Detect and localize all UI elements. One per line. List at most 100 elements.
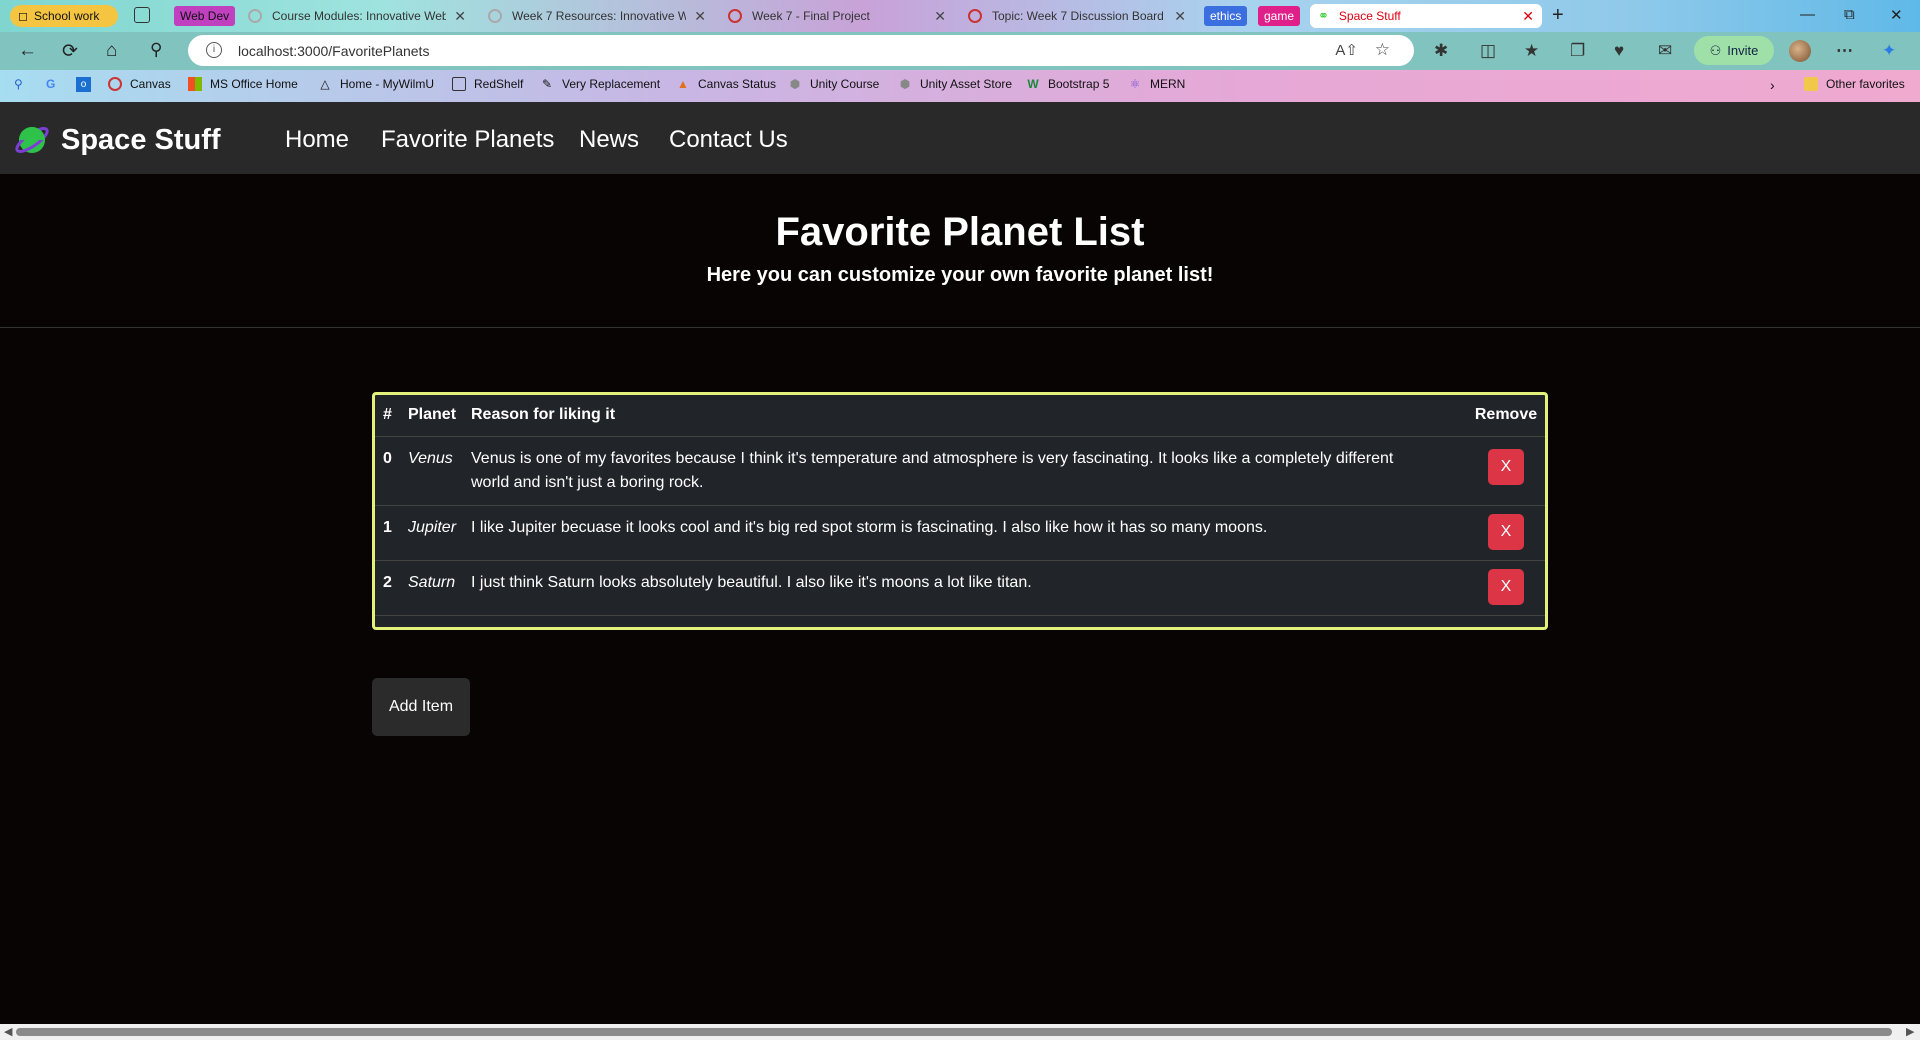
column-header-reason: Reason for liking it [463,395,1465,437]
favorite-label: Unity Course [810,77,880,91]
remove-button[interactable]: X [1488,568,1524,605]
nav-link-contact-us[interactable]: Contact Us [669,126,788,154]
invite-label: Invite [1727,43,1759,58]
column-header-planet: Planet [400,395,463,437]
tab-group-label: ethics [1210,9,1242,23]
refresh-icon[interactable]: ⟳ [62,40,78,63]
table-row: 0 Venus Venus is one of my favorites bec… [375,436,1545,506]
url-text: localhost:3000/FavoritePlanets [238,42,430,59]
tower-icon: △ [320,77,330,91]
tab-actions-icon[interactable] [134,7,150,23]
back-icon[interactable]: ← [18,40,37,62]
planet-icon: ⚭ [1318,8,1329,23]
favorite-label: MS Office Home [210,77,298,91]
unity-icon: ⬢ [899,77,911,91]
search-icon[interactable]: ⚲ [150,40,162,60]
site-navbar: Space Stuff Home Favorite Planets News C… [0,102,1920,174]
favorite-unity-course[interactable]: ⬢ Unity Course [788,77,880,91]
collections-icon[interactable]: ❐ [1570,41,1585,61]
canvas-icon [968,9,982,23]
tab-group-label: game [1264,9,1295,23]
close-tab-icon[interactable]: ✕ [694,8,706,25]
copilot-icon[interactable]: ✦ [1882,41,1896,61]
favorite-ms-office-home[interactable]: MS Office Home [188,77,298,91]
new-tab-icon[interactable]: + [1552,4,1564,27]
nav-link-favorite-planets[interactable]: Favorite Planets [381,126,554,154]
close-tab-icon[interactable]: ✕ [934,8,946,25]
tab-group-school-work[interactable]: ◻ School work [10,5,118,27]
search-favorites-icon[interactable]: ⚲ [14,77,23,91]
favorites-icon[interactable]: ★ [1524,41,1539,61]
pen-icon: ✎ [541,77,553,91]
tab-group-web-dev[interactable]: Web Dev [174,6,236,26]
folder-icon [1804,77,1818,91]
favorite-canvas-status[interactable]: ▲ Canvas Status [676,77,776,91]
tab-final-project[interactable]: Week 7 - Final Project ✕ [720,4,954,28]
tab-group-ethics[interactable]: ethics [1204,6,1248,26]
close-tab-icon[interactable]: ✕ [454,8,466,25]
brand-name: Space Stuff [61,123,221,156]
nav-link-home[interactable]: Home [285,126,349,154]
feedback-icon[interactable]: ✉ [1658,41,1672,61]
page-subtitle: Here you can customize your own favorite… [706,264,1214,286]
horizontal-scrollbar[interactable]: ◀ ▶ [0,1024,1920,1040]
remove-button[interactable]: X [1488,513,1524,550]
google-icon[interactable]: G [46,77,55,91]
tab-week7-resources[interactable]: Week 7 Resources: Innovative W ✕ [480,4,714,28]
brand[interactable]: Space Stuff [13,121,221,159]
favorite-very-replacement[interactable]: ✎ Very Replacement [540,77,660,91]
minimize-icon[interactable]: — [1800,6,1815,23]
restore-icon[interactable]: ⧉ [1844,6,1855,23]
home-icon[interactable]: ⌂ [106,40,117,62]
favorite-label: Unity Asset Store [920,77,1013,91]
favorite-planets-table: # Planet Reason for liking it Remove 0 V… [372,392,1548,630]
url-input[interactable]: i localhost:3000/FavoritePlanets A⇧ ☆ [188,35,1414,66]
row-number: 0 [375,436,400,506]
favorite-label: MERN [1150,77,1186,91]
favorite-unity-asset-store[interactable]: ⬢ Unity Asset Store [898,77,1012,91]
canvas-icon [108,77,122,91]
tab-discussion-board[interactable]: Topic: Week 7 Discussion Board ✕ [960,4,1194,28]
favorite-label: Bootstrap 5 [1048,77,1110,91]
favorite-label: RedShelf [474,77,524,91]
scrollbar-thumb[interactable] [16,1028,1892,1036]
extensions-icon[interactable]: ✱ [1434,41,1448,61]
favorite-bootstrap-5[interactable]: W Bootstrap 5 [1026,77,1109,91]
split-screen-icon[interactable]: ◫ [1480,41,1496,61]
profile-avatar[interactable] [1789,40,1811,62]
close-tab-icon[interactable]: ✕ [1522,8,1534,25]
site-info-icon[interactable]: i [206,42,222,58]
remove-button[interactable]: X [1488,448,1524,485]
other-favorites[interactable]: Other favorites [1804,77,1905,91]
row-number: 2 [375,560,400,616]
tab-space-stuff[interactable]: ⚭ Space Stuff ✕ [1310,4,1542,28]
tab-group-game[interactable]: game [1258,6,1301,26]
planet-reason: Venus is one of my favorites because I t… [463,436,1465,506]
chevron-right-icon[interactable]: › [1770,77,1775,93]
favorites-bar: ⚲ G o Canvas MS Office Home △ Home - MyW… [0,70,1920,102]
scroll-right-icon[interactable]: ▶ [1906,1025,1914,1038]
tab-group-icon: ◻ [18,9,28,23]
favorite-mern[interactable]: ⚛ MERN [1128,77,1186,91]
more-menu-icon[interactable]: ⋯ [1836,41,1853,61]
outlook-icon[interactable]: o [76,77,91,92]
tab-title: Week 7 - Final Project [752,9,870,23]
health-icon[interactable]: ♥ [1614,41,1624,61]
invite-button[interactable]: ⚇ Invite [1694,36,1774,65]
nav-link-news[interactable]: News [579,126,639,154]
bootstrap-icon: W [1027,77,1039,91]
add-item-button[interactable]: Add Item [372,678,470,736]
favorite-canvas[interactable]: Canvas [108,77,171,91]
close-window-icon[interactable]: ✕ [1890,6,1903,24]
favorite-redshelf[interactable]: RedShelf [452,77,523,91]
favorite-label: Very Replacement [562,77,661,91]
loading-icon [488,9,502,23]
canvas-icon [728,9,742,23]
favorite-mywilmu[interactable]: △ Home - MyWilmU [318,77,434,91]
table-header-row: # Planet Reason for liking it Remove [375,395,1545,437]
favorite-star-icon[interactable]: ☆ [1375,40,1390,60]
read-aloud-icon[interactable]: A⇧ [1335,41,1358,59]
tab-course-modules[interactable]: Course Modules: Innovative Web ✕ [240,4,474,28]
scroll-left-icon[interactable]: ◀ [4,1025,12,1038]
close-tab-icon[interactable]: ✕ [1174,8,1186,25]
